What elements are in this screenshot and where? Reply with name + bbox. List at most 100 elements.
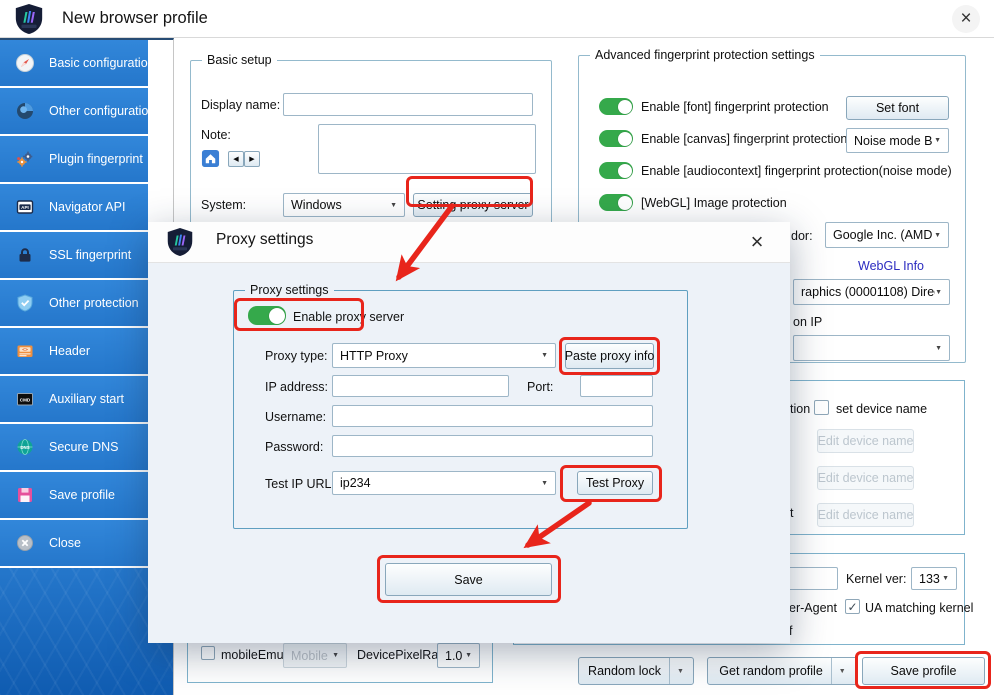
svg-text:API: API	[21, 205, 29, 210]
webgl-image-protection-label: [WebGL] Image protection	[641, 196, 787, 210]
dropdown-arrow-icon: ▼	[541, 480, 548, 487]
test-ip-url-label: Test IP URL:	[265, 477, 335, 491]
note-input[interactable]	[318, 124, 536, 174]
api-icon: API	[15, 197, 35, 217]
random-lock-button[interactable]: Random lock ▼	[578, 657, 694, 685]
username-input[interactable]	[332, 405, 653, 427]
set-font-button[interactable]: Set font	[846, 96, 949, 120]
sidebar-item-header[interactable]: <> Header	[0, 328, 148, 374]
display-name-label: Display name:	[201, 98, 280, 112]
sidebar-item-secure-dns[interactable]: DNS Secure DNS	[0, 424, 148, 470]
dropdown-arrow-icon: ▼	[332, 652, 339, 659]
modal-titlebar: Proxy settings ×	[148, 222, 790, 263]
ua-matching-kernel-label: UA matching kernel	[865, 601, 973, 615]
sidebar-item-close[interactable]: Close	[0, 520, 148, 566]
sidebar-item-plugin-fingerprint[interactable]: Plugin fingerprint	[0, 136, 148, 182]
dropdown-arrow-icon: ▼	[390, 202, 397, 209]
edit-device-name-button[interactable]: Edit device name	[817, 503, 914, 527]
ua-matching-kernel-checkbox[interactable]: ✓	[845, 599, 860, 614]
sidebar-item-label: Auxiliary start	[49, 392, 124, 406]
paste-proxy-info-button[interactable]: Paste proxy info	[565, 343, 654, 369]
timezone-select[interactable]: ▼	[793, 335, 950, 361]
sidebar-item-navigator-api[interactable]: API Navigator API	[0, 184, 148, 230]
sidebar-item-label: Save profile	[49, 488, 115, 502]
test-ip-url-select[interactable]: ip234 ▼	[332, 471, 556, 495]
sidebar-item-basic-configuration[interactable]: Basic configuration	[0, 40, 148, 86]
note-prev-button[interactable]: ◀	[228, 151, 244, 167]
lock-icon	[15, 245, 35, 265]
device-pixel-ratio-select[interactable]: 1.0 ▼	[437, 643, 480, 668]
user-agent-label-fragment: er-Agent	[789, 601, 837, 615]
sidebar-item-label: Header	[49, 344, 90, 358]
display-name-input[interactable]	[283, 93, 533, 116]
proxy-type-select[interactable]: HTTP Proxy ▼	[332, 343, 556, 368]
dns-icon: DNS	[15, 437, 35, 457]
get-random-profile-button[interactable]: Get random profile ▼	[707, 657, 858, 685]
ip-address-input[interactable]	[332, 375, 509, 397]
enable-proxy-toggle[interactable]	[248, 306, 286, 325]
kernel-ver-select[interactable]: 133 ▼	[911, 567, 957, 590]
based-on-ip-label-fragment: on IP	[793, 315, 822, 329]
webgl-vendor-select[interactable]: Google Inc. (AMD ▼	[825, 222, 949, 248]
arrow-right-icon: ▶	[249, 155, 254, 163]
sidebar-item-label: Other configurations	[49, 104, 162, 118]
compass-icon	[15, 53, 35, 73]
sidebar-item-other-configurations[interactable]: Other configurations	[0, 88, 148, 134]
new-browser-profile-window: New browser profile × Basic configuratio…	[0, 0, 994, 695]
arrow-left-icon: ◀	[233, 155, 238, 163]
proxy-save-button[interactable]: Save	[385, 563, 552, 596]
dropdown-arrow-icon: ▼	[935, 345, 942, 352]
check-icon: ✓	[847, 601, 857, 613]
app-logo-icon	[166, 227, 194, 257]
audiocontext-protection-toggle[interactable]	[599, 162, 633, 179]
proxy-settings-modal: Proxy settings × Proxy settings Enable p…	[148, 222, 790, 643]
edit-device-name-button[interactable]: Edit device name	[817, 466, 914, 490]
noise-mode-select[interactable]: Noise mode B ▼	[846, 128, 949, 153]
sidebar-item-label: Secure DNS	[49, 440, 118, 454]
set-device-name-label: set device name	[836, 402, 927, 416]
setting-proxy-server-button[interactable]: Setting proxy server	[413, 193, 533, 217]
edit-device-name-button[interactable]: Edit device name	[817, 429, 914, 453]
shield-icon	[15, 293, 35, 313]
device-label-fragment: tion	[790, 402, 810, 416]
mobile-type-select[interactable]: Mobile ▼	[283, 643, 347, 668]
home-icon[interactable]	[201, 149, 220, 168]
basic-setup-group: Basic setup Display name: Note: ◀ ▶ Syst…	[190, 53, 552, 239]
webgl-image-protection-toggle[interactable]	[599, 194, 633, 211]
gears-icon	[15, 149, 35, 169]
save-profile-button[interactable]: Save profile	[862, 657, 985, 685]
font-protection-toggle[interactable]	[599, 98, 633, 115]
sidebar-item-save-profile[interactable]: Save profile	[0, 472, 148, 518]
canvas-protection-toggle[interactable]	[599, 130, 633, 147]
close-icon: ×	[751, 229, 764, 255]
enable-proxy-label: Enable proxy server	[293, 310, 404, 324]
sidebar-item-ssl-fingerprint[interactable]: SSL fingerprint	[0, 232, 148, 278]
device-left-fragment: t	[790, 506, 793, 520]
dropdown-arrow-icon: ▼	[465, 652, 472, 659]
webgl-info-link[interactable]: WebGL Info	[858, 259, 924, 273]
window-close-button[interactable]: ×	[952, 5, 980, 33]
sidebar-item-label: Basic configuration	[49, 56, 155, 70]
window-title: New browser profile	[62, 9, 208, 28]
webgl-renderer-select[interactable]: raphics (00001108) Direct ▼	[793, 279, 950, 305]
sidebar-item-other-protection[interactable]: Other protection	[0, 280, 148, 326]
sidebar-item-auxiliary-start[interactable]: CMD Auxiliary start	[0, 376, 148, 422]
mobile-emulation-checkbox[interactable]	[201, 646, 215, 660]
password-label: Password:	[265, 440, 323, 454]
password-input[interactable]	[332, 435, 653, 457]
proxy-type-label: Proxy type:	[265, 349, 328, 363]
system-select[interactable]: Windows ▼	[283, 193, 405, 217]
set-device-name-checkbox[interactable]	[814, 400, 829, 415]
username-label: Username:	[265, 410, 326, 424]
test-proxy-button[interactable]: Test Proxy	[577, 471, 653, 495]
ip-address-label: IP address:	[265, 380, 328, 394]
dropdown-arrow-icon: ▼	[669, 658, 684, 684]
port-label: Port:	[527, 380, 553, 394]
svg-text:CMD: CMD	[20, 397, 31, 402]
svg-text:DNS: DNS	[20, 445, 29, 450]
port-input[interactable]	[580, 375, 653, 397]
note-next-button[interactable]: ▶	[244, 151, 260, 167]
modal-close-button[interactable]: ×	[742, 227, 772, 257]
cmd-icon: CMD	[15, 389, 35, 409]
close-circle-icon	[15, 533, 35, 553]
